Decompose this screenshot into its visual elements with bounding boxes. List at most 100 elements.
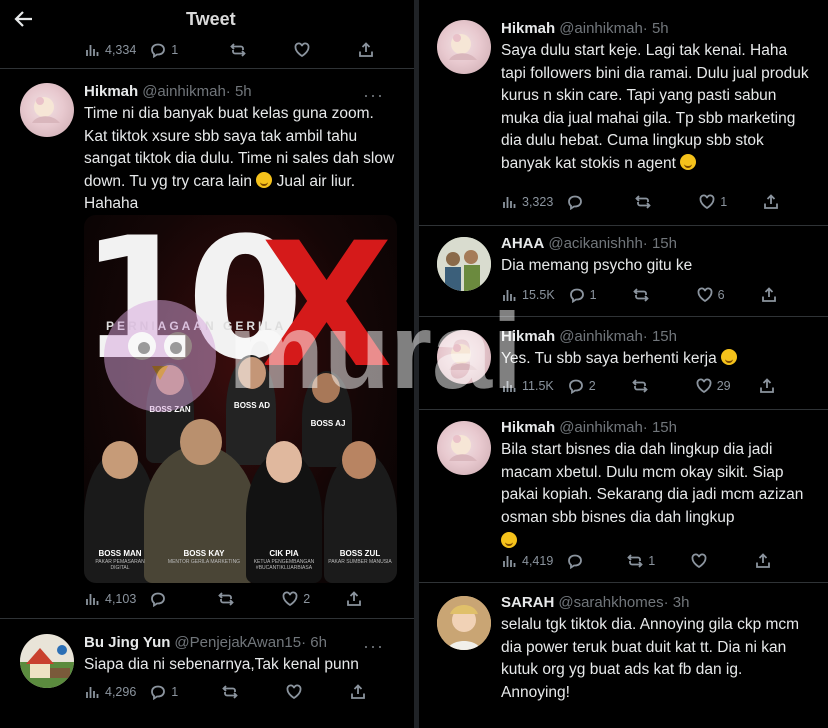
more-options-icon[interactable]: ··· — [363, 636, 384, 657]
author-handle[interactable]: @acikanishhh — [548, 235, 642, 252]
poster-person-label: BOSS MAN — [98, 549, 142, 558]
views-button[interactable]: 15.5K — [501, 287, 555, 303]
avatar[interactable] — [437, 421, 491, 475]
views-button[interactable]: 11.5K — [501, 378, 554, 394]
tweet[interactable]: AHAA @acikanishhh · 15h Dia memang psych… — [419, 227, 828, 317]
tweet[interactable]: Hikmah @ainhikmah · 5h ··· Time ni dia b… — [0, 69, 414, 619]
poster-face — [156, 365, 184, 395]
avatar[interactable] — [437, 237, 491, 291]
share-button[interactable] — [761, 287, 777, 303]
tweet[interactable]: Hikmah @ainhikmah · 15h Yes. Tu sbb saya… — [419, 318, 828, 410]
tweet[interactable]: Hikmah @ainhikmah · 5h Saya dulu start k… — [419, 0, 828, 226]
author-name[interactable]: SARAH — [501, 594, 554, 611]
avatar[interactable] — [437, 596, 491, 650]
like-button[interactable] — [691, 553, 707, 569]
reply-button[interactable] — [567, 194, 583, 210]
poster-face — [312, 373, 340, 403]
reply-button[interactable]: 1 — [569, 287, 597, 303]
views-count: 4,103 — [105, 592, 137, 606]
tweet-time[interactable]: · 6h — [301, 634, 327, 651]
tweet-header: Hikmah @ainhikmah · 15h — [501, 328, 814, 345]
tweet-time[interactable]: · 3h — [664, 594, 690, 611]
more-options-icon[interactable]: ··· — [363, 85, 384, 106]
retweet-icon — [635, 195, 652, 209]
author-name[interactable]: Hikmah — [501, 419, 555, 436]
views-button[interactable]: 3,323 — [501, 194, 553, 210]
back-arrow-icon[interactable] — [12, 7, 36, 31]
views-icon — [503, 197, 516, 208]
tweet-text-part: Saya dulu start keje. Lagi tak kenai. Ha… — [501, 42, 809, 172]
tweet-header: AHAA @acikanishhh · 15h — [501, 235, 814, 252]
author-handle[interactable]: @ainhikmah — [559, 20, 643, 37]
author-name[interactable]: Bu Jing Yun — [84, 634, 170, 651]
retweet-button[interactable] — [631, 378, 648, 394]
retweet-button[interactable] — [218, 591, 235, 607]
reply-count: 1 — [171, 43, 179, 57]
author-handle[interactable]: @sarahkhomes — [558, 594, 663, 611]
author-handle[interactable]: @ainhikmah — [559, 328, 643, 345]
share-button[interactable] — [759, 378, 775, 394]
reply-button[interactable]: 1 — [150, 42, 178, 58]
tweet[interactable]: SARAH @sarahkhomes · 3h selalu tgk tikto… — [419, 584, 828, 728]
retweet-button[interactable] — [635, 194, 652, 210]
like-button[interactable]: 1 — [699, 194, 727, 210]
share-button[interactable] — [358, 42, 374, 58]
tweet-text: Saya dulu start keje. Lagi tak kenai. Ha… — [501, 40, 814, 175]
avatar[interactable] — [20, 83, 74, 137]
poster-person-sub: MENTOR GERILA MARKETING — [167, 559, 241, 565]
views-button[interactable]: 4,419 — [501, 553, 553, 569]
like-button[interactable] — [294, 42, 310, 58]
tweet-time[interactable]: · 15h — [643, 235, 677, 252]
author-handle[interactable]: @PenjejakAwan15 — [174, 634, 301, 651]
retweet-button[interactable]: 1 — [627, 553, 655, 569]
reply-button[interactable] — [567, 553, 583, 569]
share-button[interactable] — [755, 553, 771, 569]
share-button[interactable] — [346, 591, 362, 607]
reply-icon — [568, 554, 583, 569]
tweet-image[interactable]: 10 X PERNIAGAAN GERILA BOSS ZAN BOSS AD … — [84, 215, 397, 583]
like-button[interactable]: 29 — [696, 378, 731, 394]
tweet-text: Bila start bisnes dia dah lingkup dia ja… — [501, 439, 814, 554]
poster-person-sub: PAKAR PEMASARAN DIGITAL — [95, 559, 145, 571]
author-name[interactable]: Hikmah — [501, 328, 555, 345]
retweet-button[interactable] — [632, 287, 649, 303]
retweet-count: 1 — [648, 554, 656, 568]
heart-icon — [691, 553, 707, 569]
author-name[interactable]: AHAA — [501, 235, 544, 252]
views-count: 3,323 — [522, 195, 554, 209]
retweet-button[interactable] — [222, 684, 239, 700]
avatar[interactable] — [20, 634, 74, 688]
share-button[interactable] — [350, 684, 366, 700]
reply-button[interactable] — [150, 591, 166, 607]
like-button[interactable]: 2 — [282, 591, 310, 607]
author-handle[interactable]: @ainhikmah — [559, 419, 643, 436]
like-button[interactable] — [286, 684, 302, 700]
retweet-icon — [218, 592, 235, 606]
author-handle[interactable]: @ainhikmah — [142, 83, 226, 100]
views-button[interactable]: 4,334 — [84, 42, 136, 58]
reply-count: 1 — [171, 685, 179, 699]
tweet-time[interactable]: · 5h — [643, 20, 669, 37]
share-icon — [351, 684, 366, 699]
tweet[interactable]: Bu Jing Yun @PenjejakAwan15 · 6h ··· Sia… — [0, 620, 414, 728]
reply-button[interactable]: 1 — [150, 684, 178, 700]
reply-button[interactable]: 2 — [568, 378, 596, 394]
retweet-button[interactable] — [230, 42, 247, 58]
tweet-time[interactable]: · 15h — [643, 328, 677, 345]
tweet-text: selalu tgk tiktok dia. Annoying gila ckp… — [501, 616, 800, 701]
author-name[interactable]: Hikmah — [501, 20, 555, 37]
like-button[interactable]: 6 — [697, 287, 725, 303]
tweet-time[interactable]: · 5h — [226, 83, 252, 100]
author-name[interactable]: Hikmah — [84, 83, 138, 100]
avatar[interactable] — [437, 330, 491, 384]
views-count: 4,296 — [105, 685, 137, 699]
views-button[interactable]: 4,103 — [84, 591, 136, 607]
share-button[interactable] — [763, 194, 779, 210]
tweet[interactable]: Hikmah @ainhikmah · 15h Bila start bisne… — [419, 411, 828, 583]
views-button[interactable]: 4,296 — [84, 684, 136, 700]
avatar[interactable] — [437, 20, 491, 74]
action-bar: 15.5K 1 6 — [501, 283, 811, 307]
poster-person-sub: PAKAR SUMBER MANUSIA — [328, 559, 392, 565]
views-icon — [503, 556, 516, 567]
tweet-time[interactable]: · 15h — [643, 419, 677, 436]
